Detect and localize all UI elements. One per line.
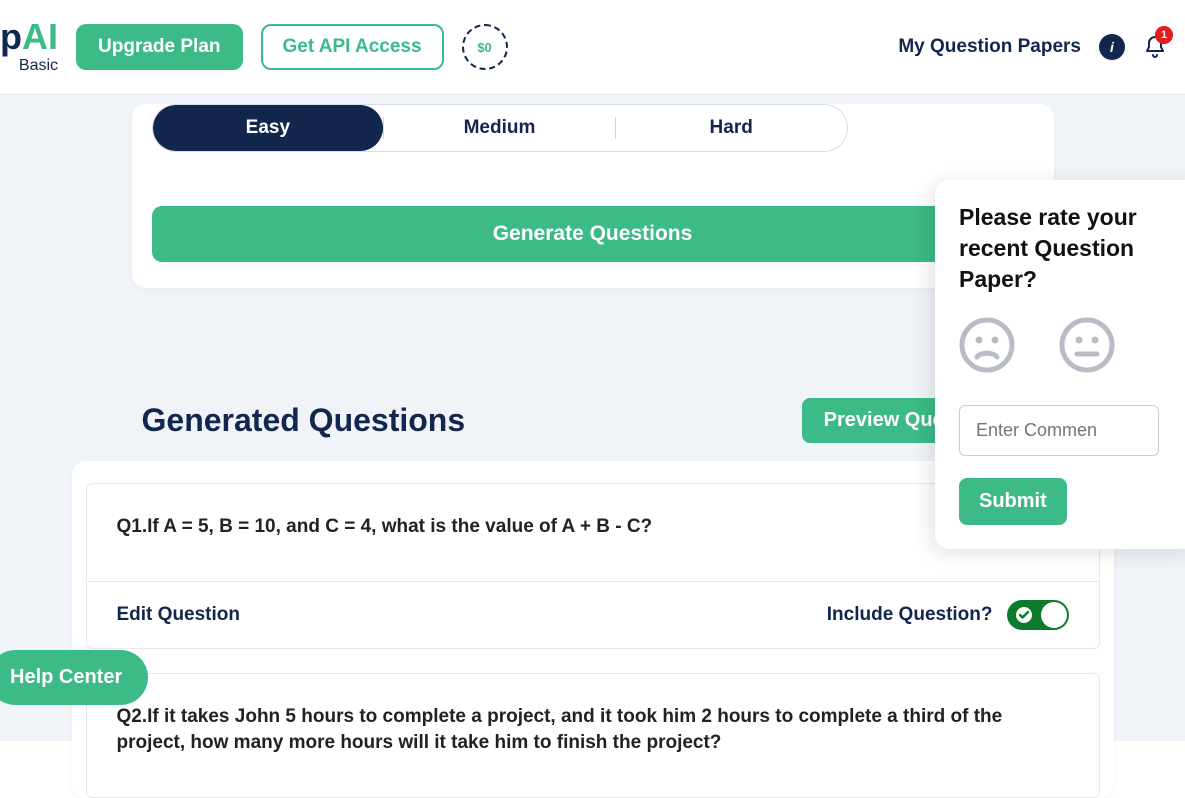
info-icon[interactable]: i [1099, 34, 1125, 60]
check-icon [1014, 605, 1034, 625]
generated-header: Generated Questions Preview Question Pa [132, 398, 1054, 443]
logo[interactable]: epAI Basic [0, 19, 58, 75]
difficulty-easy[interactable]: Easy [153, 105, 384, 151]
rating-submit-button[interactable]: Submit [959, 478, 1067, 525]
toggle-knob [1041, 602, 1067, 628]
difficulty-medium[interactable]: Medium [384, 105, 615, 151]
my-question-papers-link[interactable]: My Question Papers [898, 36, 1081, 58]
generated-title: Generated Questions [142, 402, 466, 439]
rate-panel-title: Please rate your recent Question Paper? [959, 202, 1185, 295]
logo-part-ep: ep [0, 16, 22, 57]
edit-question-link[interactable]: Edit Question [117, 604, 241, 626]
question-card: Q2.If it takes John 5 hours to complete … [86, 673, 1100, 798]
rating-comment-input[interactable] [959, 405, 1159, 456]
question-settings-card: Easy Medium Hard Generate Questions [132, 104, 1054, 288]
include-question-toggle[interactable] [1007, 600, 1069, 630]
generate-questions-button[interactable]: Generate Questions [152, 206, 1034, 262]
top-bar: epAI Basic Upgrade Plan Get API Access $… [0, 0, 1185, 94]
logo-tier: Basic [19, 57, 58, 75]
get-api-access-button[interactable]: Get API Access [261, 24, 444, 70]
neutral-face-icon[interactable] [1059, 317, 1115, 373]
rating-faces [959, 317, 1185, 373]
help-center-button[interactable]: Help Center [0, 650, 148, 705]
logo-main: epAI [0, 19, 58, 55]
notification-count-badge: 1 [1155, 26, 1173, 44]
upgrade-plan-button[interactable]: Upgrade Plan [76, 24, 242, 70]
credits-value: $0 [477, 40, 491, 55]
sad-face-icon[interactable] [959, 317, 1015, 373]
rate-panel: Please rate your recent Question Paper? … [935, 180, 1185, 549]
difficulty-hard[interactable]: Hard [616, 105, 847, 151]
question-text: Q2.If it takes John 5 hours to complete … [87, 674, 1099, 797]
notifications-button[interactable]: 1 [1143, 34, 1167, 60]
logo-part-ai: AI [22, 16, 58, 57]
difficulty-selector: Easy Medium Hard [152, 104, 848, 152]
include-question-control: Include Question? [827, 600, 1069, 630]
credits-badge[interactable]: $0 [462, 24, 508, 70]
question-footer: Edit Question Include Question? [87, 581, 1099, 648]
include-question-label: Include Question? [827, 604, 993, 626]
